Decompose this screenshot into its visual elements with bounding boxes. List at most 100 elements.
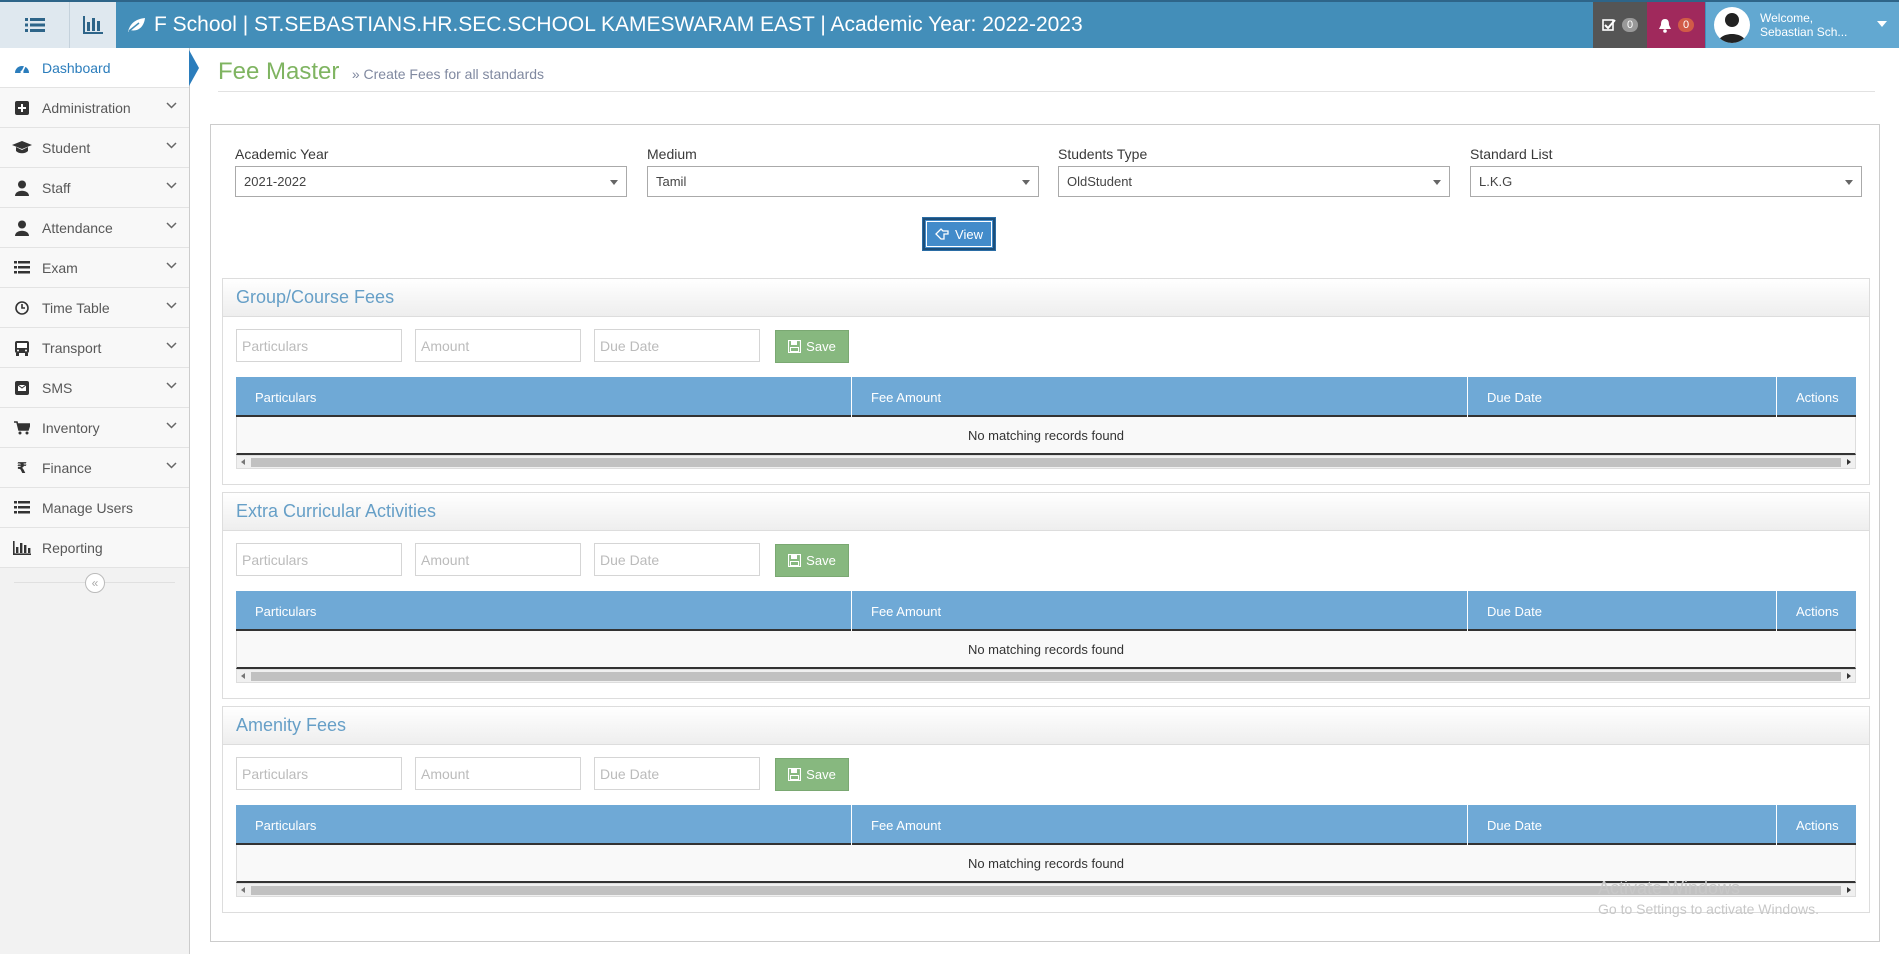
amount-input[interactable]: Amount <box>415 329 581 362</box>
sidebar-item-label: Manage Users <box>42 499 134 516</box>
brand-title[interactable]: F School | ST.SEBASTIANS.HR.SEC.SCHOOL K… <box>126 2 1083 48</box>
tachometer-icon <box>11 61 33 75</box>
sidebar-item-label: Finance <box>42 459 92 476</box>
amount-input[interactable]: Amount <box>415 543 581 576</box>
plus-square-icon <box>11 100 33 115</box>
save-button[interactable]: Save <box>775 544 849 577</box>
check-square-icon <box>1602 19 1616 31</box>
due-date-input[interactable]: Due Date <box>594 757 760 790</box>
bar-chart-icon <box>11 540 33 555</box>
sidebar-item-administration[interactable]: Administration <box>0 88 189 128</box>
section-title: Group/Course Fees <box>223 279 1869 317</box>
column-header-due-date[interactable]: Due Date <box>1468 377 1777 417</box>
dashboard-chart-button[interactable] <box>70 2 116 48</box>
horizontal-scrollbar[interactable] <box>236 455 1856 469</box>
scroll-left-icon[interactable] <box>241 459 245 465</box>
tasks-button[interactable]: 0 <box>1593 2 1647 48</box>
cart-icon <box>11 420 33 435</box>
user-name: Sebastian Sch... <box>1760 25 1848 39</box>
column-header-particulars[interactable]: Particulars <box>236 805 852 845</box>
list-icon <box>11 261 33 274</box>
particulars-input[interactable]: Particulars <box>236 543 402 576</box>
column-header-particulars[interactable]: Particulars <box>236 377 852 417</box>
scroll-left-icon[interactable] <box>241 673 245 679</box>
section-title: Extra Curricular Activities <box>223 493 1869 531</box>
sidebar-item-label: Administration <box>42 99 131 116</box>
sidebar-item-label: Exam <box>42 259 78 276</box>
top-navbar: F School | ST.SEBASTIANS.HR.SEC.SCHOOL K… <box>0 0 1899 48</box>
rupee-icon: ₹ <box>16 459 28 477</box>
sidebar-collapse: « <box>0 568 189 596</box>
academic-year-select[interactable]: 2021-2022 <box>235 166 627 197</box>
notifications-badge: 0 <box>1677 18 1695 32</box>
save-button[interactable]: Save <box>775 330 849 363</box>
standard-list-select[interactable]: L.K.G <box>1470 166 1862 197</box>
floppy-disk-icon <box>788 554 802 567</box>
column-header-fee-amount[interactable]: Fee Amount <box>852 805 1468 845</box>
column-header-due-date[interactable]: Due Date <box>1468 805 1777 845</box>
chevron-down-icon <box>166 182 177 189</box>
students-type-label: Students Type <box>1058 146 1148 162</box>
caret-down-icon <box>610 180 618 185</box>
standard-list-label: Standard List <box>1470 146 1553 162</box>
sidebar-item-staff[interactable]: Staff <box>0 168 189 208</box>
page-header: Fee Master » Create Fees for all standar… <box>218 58 1875 92</box>
welcome-text: Welcome, <box>1760 11 1814 25</box>
notifications-button[interactable]: 0 <box>1647 2 1705 48</box>
medium-value: Tamil <box>656 174 687 189</box>
menu-toggle-button[interactable] <box>0 2 70 48</box>
due-date-input[interactable]: Due Date <box>594 543 760 576</box>
sidebar-item-finance[interactable]: ₹ Finance <box>0 448 189 488</box>
column-header-fee-amount[interactable]: Fee Amount <box>852 377 1468 417</box>
save-button[interactable]: Save <box>775 758 849 791</box>
sidebar-item-exam[interactable]: Exam <box>0 248 189 288</box>
caret-down-icon <box>1433 180 1441 185</box>
clock-icon <box>11 300 33 315</box>
due-date-input[interactable]: Due Date <box>594 329 760 362</box>
scroll-right-icon[interactable] <box>1847 459 1851 465</box>
sidebar-item-label: Dashboard <box>42 59 111 76</box>
sidebar-item-label: Inventory <box>42 419 100 436</box>
students-type-select[interactable]: OldStudent <box>1058 166 1450 197</box>
bar-chart-icon <box>83 16 103 34</box>
leaf-icon <box>126 17 146 33</box>
sidebar-item-sms[interactable]: SMS <box>0 368 189 408</box>
medium-select[interactable]: Tamil <box>647 166 1039 197</box>
sidebar-item-time-table[interactable]: Time Table <box>0 288 189 328</box>
sidebar-item-reporting[interactable]: Reporting <box>0 528 189 568</box>
sidebar-item-inventory[interactable]: Inventory <box>0 408 189 448</box>
user-menu[interactable]: Welcome, Sebastian Sch... <box>1706 2 1899 48</box>
list-icon <box>11 501 33 514</box>
column-header-fee-amount[interactable]: Fee Amount <box>852 591 1468 631</box>
chevron-down-icon <box>166 342 177 349</box>
table-header: Particulars Fee Amount Due Date Actions <box>236 377 1856 417</box>
horizontal-scrollbar[interactable] <box>236 669 1856 683</box>
watermark-subtitle: Go to Settings to activate Windows. <box>1598 901 1819 917</box>
chevron-down-icon <box>166 382 177 389</box>
group-course-fees-table: Particulars Fee Amount Due Date Actions … <box>236 377 1856 469</box>
envelope-icon <box>11 380 33 395</box>
sidebar: Dashboard Administration Student Staff A… <box>0 48 199 954</box>
academic-year-label: Academic Year <box>235 146 329 162</box>
collapse-sidebar-button[interactable]: « <box>85 573 105 593</box>
particulars-input[interactable]: Particulars <box>236 329 402 362</box>
empty-table-message: No matching records found <box>236 417 1856 455</box>
particulars-input[interactable]: Particulars <box>236 757 402 790</box>
sidebar-item-transport[interactable]: Transport <box>0 328 189 368</box>
sidebar-item-manage-users[interactable]: Manage Users <box>0 488 189 528</box>
scroll-right-icon[interactable] <box>1847 673 1851 679</box>
standard-list-value: L.K.G <box>1479 174 1513 189</box>
amount-input[interactable]: Amount <box>415 757 581 790</box>
view-button[interactable]: View <box>923 218 995 250</box>
sidebar-item-dashboard[interactable]: Dashboard <box>0 48 199 88</box>
column-header-due-date[interactable]: Due Date <box>1468 591 1777 631</box>
scroll-left-icon[interactable] <box>241 887 245 893</box>
chevron-down-icon <box>166 102 177 109</box>
sidebar-item-attendance[interactable]: Attendance <box>0 208 189 248</box>
group-course-fees-widget: Group/Course Fees Particulars Amount Due… <box>222 278 1870 485</box>
column-header-particulars[interactable]: Particulars <box>236 591 852 631</box>
scroll-right-icon[interactable] <box>1847 887 1851 893</box>
empty-table-message: No matching records found <box>236 631 1856 669</box>
floppy-disk-icon <box>788 768 802 781</box>
sidebar-item-student[interactable]: Student <box>0 128 189 168</box>
